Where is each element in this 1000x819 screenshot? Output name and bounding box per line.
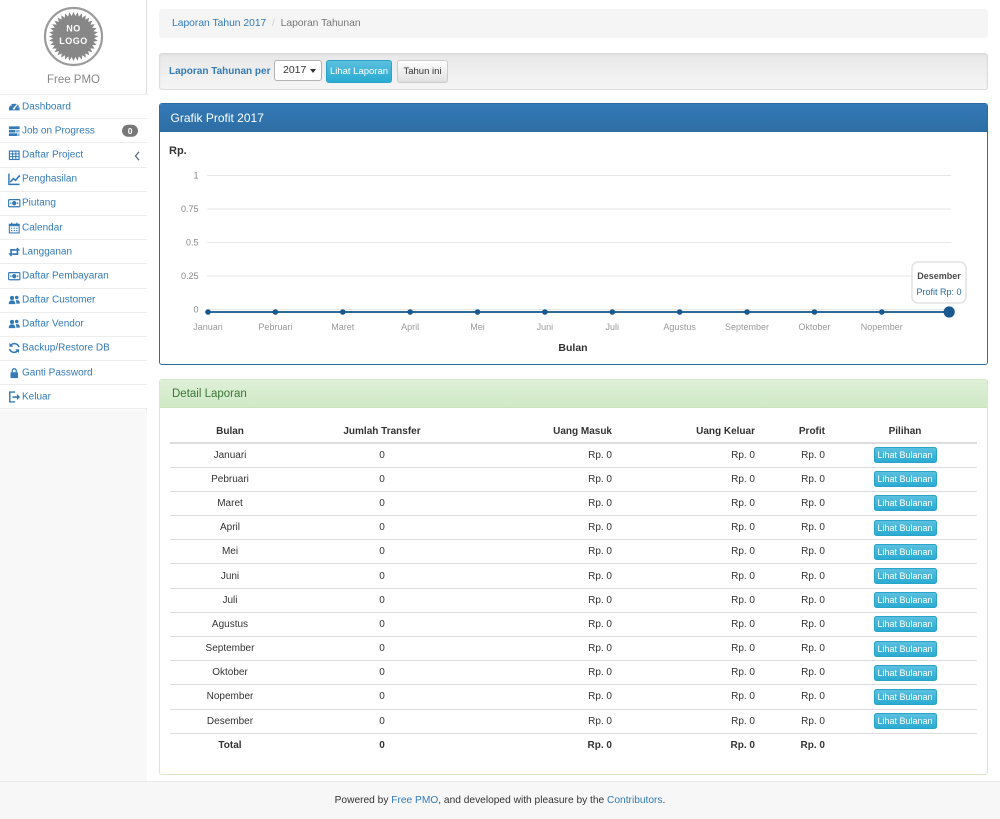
svg-text:0.75: 0.75 (181, 204, 199, 214)
svg-text:Profit Rp: 0: Profit Rp: 0 (916, 287, 961, 297)
svg-text:Januari: Januari (193, 322, 223, 332)
svg-text:NO: NO (66, 24, 81, 34)
svg-text:Rp.: Rp. (169, 145, 187, 157)
svg-text:0.5: 0.5 (186, 238, 199, 248)
svg-text:Juni: Juni (537, 322, 554, 332)
svg-text:Bulan: Bulan (558, 342, 587, 354)
svg-text:Agustus: Agustus (663, 322, 696, 332)
svg-text:Maret: Maret (331, 322, 355, 332)
svg-text:Nopember: Nopember (861, 322, 903, 332)
svg-text:0.25: 0.25 (181, 271, 199, 281)
svg-text:0: 0 (193, 305, 198, 315)
svg-text:Mei: Mei (470, 322, 485, 332)
svg-text:Oktober: Oktober (798, 322, 830, 332)
svg-text:Juli: Juli (606, 322, 620, 332)
svg-text:April: April (401, 322, 419, 332)
svg-text:Pebruari: Pebruari (258, 322, 292, 332)
svg-text:September: September (725, 322, 769, 332)
svg-text:1: 1 (193, 171, 198, 181)
svg-text:LOGO: LOGO (59, 36, 88, 46)
svg-text:Desember: Desember (917, 271, 961, 281)
